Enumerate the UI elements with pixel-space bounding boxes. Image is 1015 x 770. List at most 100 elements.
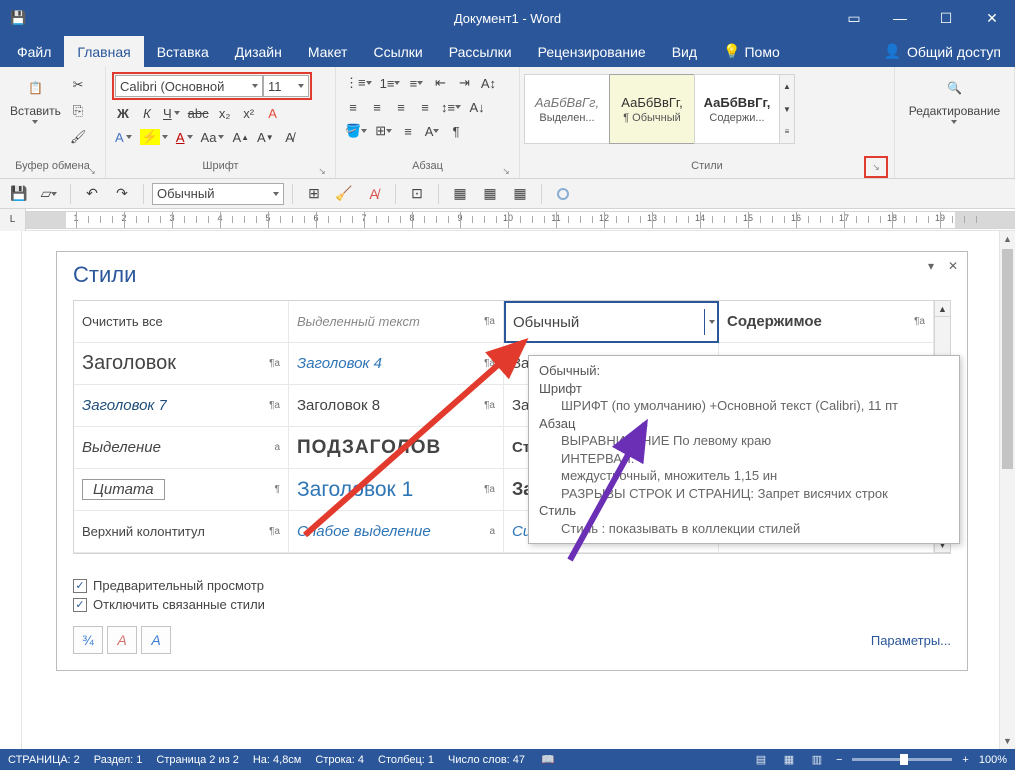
styles-launcher[interactable]: ↘	[864, 156, 888, 178]
align-center-button[interactable]: ≡	[366, 96, 388, 118]
style-emphasis-text[interactable]: Выделенный текст¶a	[289, 301, 504, 343]
minimize-button[interactable]: —	[877, 0, 923, 36]
increase-indent-button[interactable]: ⇥	[453, 72, 475, 94]
redo-button[interactable]: ↷	[109, 182, 135, 206]
style-heading1[interactable]: Заголовок 1¶a	[289, 469, 504, 511]
linked-checkbox[interactable]: ✓	[73, 598, 87, 612]
paragraph-launcher[interactable]: ↘	[499, 164, 513, 178]
vertical-scrollbar[interactable]: ▲ ▼	[999, 231, 1015, 749]
tab-file[interactable]: Файл	[4, 36, 64, 67]
text-effects-button[interactable]: A	[262, 102, 284, 124]
tab-references[interactable]: Ссылки	[360, 36, 435, 67]
tab-review[interactable]: Рецензирование	[525, 36, 659, 67]
distributed-button[interactable]: ≡	[397, 120, 419, 142]
status-at[interactable]: На: 4,8см	[253, 754, 302, 766]
tab-design[interactable]: Дизайн	[222, 36, 295, 67]
tab-home[interactable]: Главная	[64, 36, 143, 67]
bullets-button[interactable]: ⋮≡	[342, 72, 375, 94]
sort-button[interactable]: A↓	[466, 96, 488, 118]
status-page-of[interactable]: Страница 2 из 2	[156, 754, 238, 766]
style-heading[interactable]: Заголовок¶a	[74, 343, 289, 385]
tab-help[interactable]: 💡Помо	[710, 36, 793, 67]
asian-layout-button[interactable]: A	[421, 120, 443, 142]
preview-checkbox-row[interactable]: ✓ Предварительный просмотр	[73, 578, 951, 593]
pane-options-icon[interactable]: ▾	[923, 258, 939, 274]
clipboard-launcher[interactable]: ↘	[85, 164, 99, 178]
tab-insert[interactable]: Вставка	[144, 36, 222, 67]
view-web-icon[interactable]: ▥	[808, 752, 826, 768]
tab-mailings[interactable]: Рассылки	[436, 36, 525, 67]
qat-btn-7[interactable]: ▦	[507, 182, 533, 206]
ruler-corner[interactable]: L	[0, 209, 26, 231]
italic-button[interactable]: К	[136, 102, 158, 124]
close-button[interactable]: ✕	[969, 0, 1015, 36]
tab-layout[interactable]: Макет	[295, 36, 361, 67]
qat-btn-2[interactable]: 🧹	[331, 182, 357, 206]
style-selector-combo[interactable]: Обычный	[152, 183, 284, 205]
style-clear-all[interactable]: Очистить все	[74, 301, 289, 343]
font-name-combo[interactable]: Calibri (Основной	[115, 75, 263, 97]
horizontal-ruler[interactable]: 12345678910111213141516171819	[26, 211, 1015, 229]
justify-button[interactable]: ≡	[414, 96, 436, 118]
share-button[interactable]: 👤Общий доступ	[870, 43, 1015, 60]
style-subtitle[interactable]: ПОДЗАГОЛОВ	[289, 427, 504, 469]
style-item-heading[interactable]: АаБбВвГг,Содержи...	[694, 74, 780, 144]
glow-button[interactable]: A	[112, 126, 135, 148]
status-words[interactable]: Число слов: 47	[448, 754, 525, 766]
format-painter-button[interactable]: 🖌	[67, 126, 90, 148]
qat-btn-8[interactable]	[550, 182, 576, 206]
styles-gallery-more[interactable]: ▲▼≡	[779, 74, 795, 144]
zoom-in-icon[interactable]: +	[962, 754, 968, 766]
styles-options-link[interactable]: Параметры...	[871, 633, 951, 648]
spelling-icon[interactable]: 📖	[539, 752, 557, 768]
preview-checkbox[interactable]: ✓	[73, 579, 87, 593]
font-size-combo[interactable]: 11	[263, 75, 309, 97]
change-case-button[interactable]: Aa	[198, 126, 228, 148]
align-right-button[interactable]: ≡	[390, 96, 412, 118]
bold-button[interactable]: Ж	[112, 102, 134, 124]
borders-button[interactable]: ⊞	[372, 120, 395, 142]
align-left-button[interactable]: ≡	[342, 96, 364, 118]
pane-close-icon[interactable]: ✕	[945, 258, 961, 274]
shading-button[interactable]: 🪣	[342, 120, 370, 142]
status-page[interactable]: СТРАНИЦА: 2	[8, 754, 80, 766]
style-subtle-emphasis[interactable]: Слабое выделениеa	[289, 511, 504, 553]
manage-styles-button[interactable]: A	[141, 626, 171, 654]
paste-button[interactable]: 📋 Вставить	[4, 70, 67, 126]
font-color-button[interactable]: A	[173, 126, 196, 148]
underline-button[interactable]: Ч	[160, 102, 183, 124]
new-style-button[interactable]: ¾	[73, 626, 103, 654]
clear-formatting-button[interactable]: A̸	[279, 126, 301, 148]
multilevel-button[interactable]: ≡	[405, 72, 427, 94]
qat-btn-4[interactable]: ⊡	[404, 182, 430, 206]
shrink-font-button[interactable]: A▼	[254, 126, 277, 148]
grow-font-button[interactable]: A▲	[229, 126, 252, 148]
superscript-button[interactable]: x²	[238, 102, 260, 124]
strikethrough-button[interactable]: abc	[185, 102, 212, 124]
qat-btn-5[interactable]: ▦	[447, 182, 473, 206]
highlight-button[interactable]: ⚡	[137, 126, 171, 148]
qat-dropdown[interactable]: ▱	[36, 182, 62, 206]
zoom-slider[interactable]	[852, 758, 952, 761]
view-read-icon[interactable]: ▤	[752, 752, 770, 768]
numbering-button[interactable]: 1≡	[377, 72, 404, 94]
style-heading4[interactable]: Заголовок 4¶a	[289, 343, 504, 385]
save-button[interactable]: 💾	[6, 182, 32, 206]
tab-view[interactable]: Вид	[659, 36, 710, 67]
style-heading8[interactable]: Заголовок 8¶a	[289, 385, 504, 427]
ribbon-display-options[interactable]: ▭	[831, 0, 877, 36]
style-heading7[interactable]: Заголовок 7¶a	[74, 385, 289, 427]
qat-btn-3[interactable]: A̸	[361, 182, 387, 206]
qat-btn-6[interactable]: ▦	[477, 182, 503, 206]
style-item-normal[interactable]: АаБбВвГг,¶ Обычный	[609, 74, 695, 144]
styles-gallery[interactable]: АаБбВвГг,Выделен... АаБбВвГг,¶ Обычный А…	[524, 74, 795, 144]
undo-button[interactable]: ↶	[79, 182, 105, 206]
style-inspector-button[interactable]: A	[107, 626, 137, 654]
style-header[interactable]: Верхний колонтитул¶a	[74, 511, 289, 553]
style-normal[interactable]: Обычный	[504, 301, 719, 343]
view-print-icon[interactable]: ▦	[780, 752, 798, 768]
style-item-emphasis[interactable]: АаБбВвГг,Выделен...	[524, 74, 610, 144]
maximize-button[interactable]: ☐	[923, 0, 969, 36]
linked-checkbox-row[interactable]: ✓ Отключить связанные стили	[73, 597, 951, 612]
cut-button[interactable]: ✂	[67, 74, 90, 96]
